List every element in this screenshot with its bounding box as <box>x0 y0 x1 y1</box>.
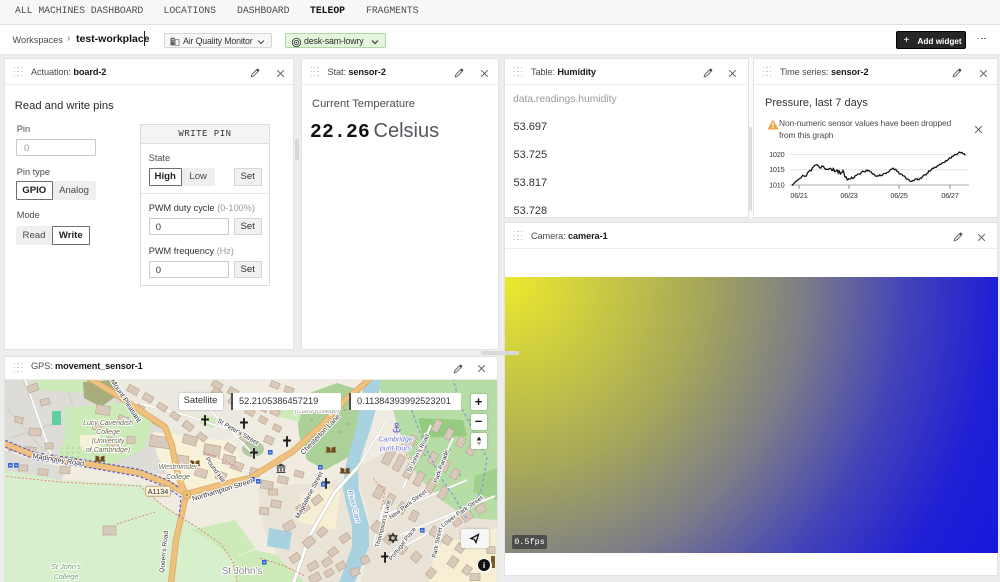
svg-text:1010: 1010 <box>769 180 785 189</box>
svg-text:Lucy Cavendish: Lucy Cavendish <box>83 420 133 427</box>
svg-text:06/27: 06/27 <box>941 191 958 200</box>
svg-text:punt tours: punt tours <box>379 446 412 453</box>
svg-text:of Cambridge): of Cambridge) <box>86 447 130 454</box>
svg-text:St John's: St John's <box>222 566 263 577</box>
svg-text:1020: 1020 <box>769 150 785 159</box>
svg-text:1015: 1015 <box>769 165 785 174</box>
svg-text:College: College <box>166 474 190 481</box>
svg-text:(University: (University <box>91 438 125 445</box>
svg-text:06/25: 06/25 <box>890 191 907 200</box>
svg-text:Cambridge: Cambridge <box>378 437 412 444</box>
svg-text:06/23: 06/23 <box>840 191 857 200</box>
svg-text:College: College <box>53 572 78 581</box>
svg-text:Westminster: Westminster <box>159 464 198 471</box>
svg-text:St John's: St John's <box>51 562 81 571</box>
svg-text:06/21: 06/21 <box>790 191 807 200</box>
svg-text:A1134: A1134 <box>148 487 169 496</box>
svg-text:College: College <box>96 429 120 436</box>
